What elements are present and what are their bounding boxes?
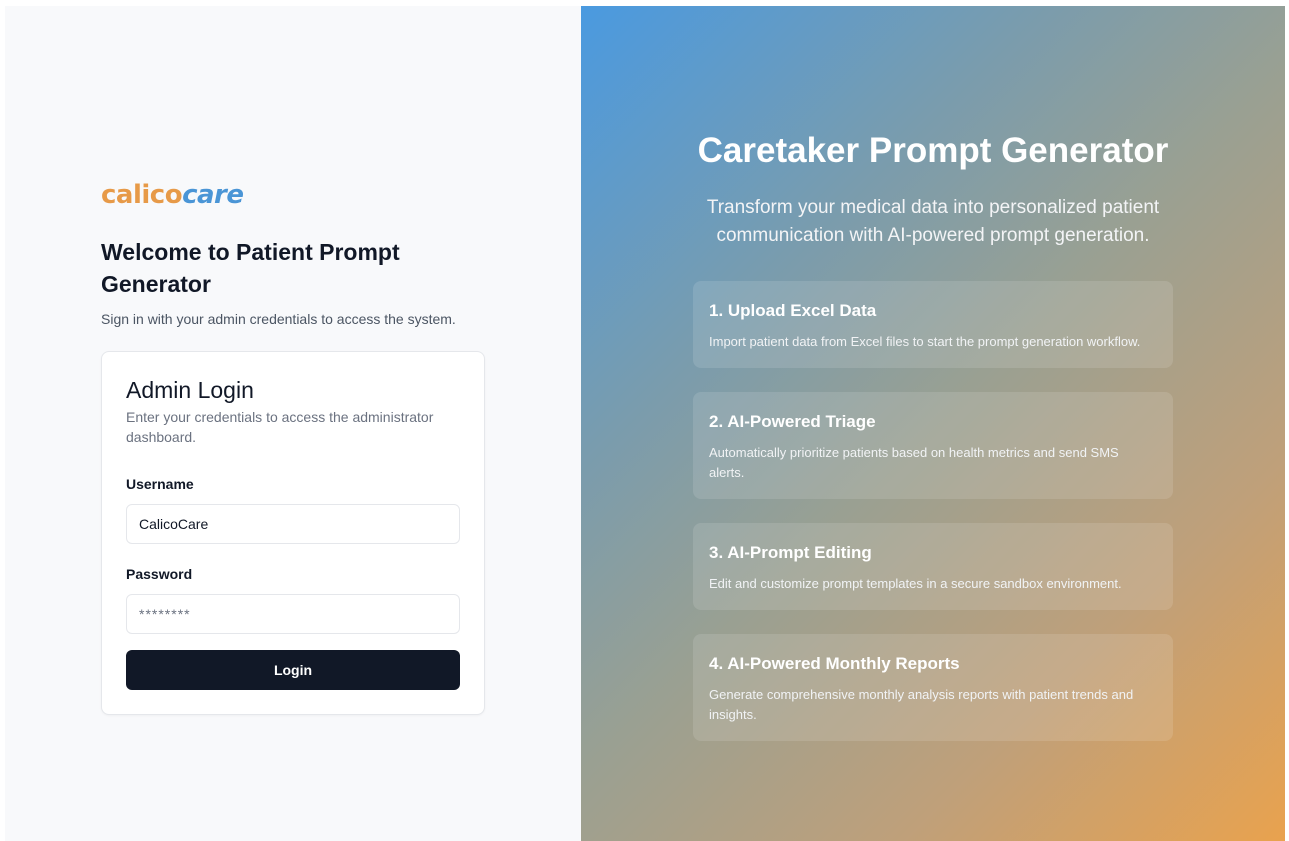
hero-panel: Caretaker Prompt Generator Transform you… — [581, 6, 1285, 841]
welcome-heading: Welcome to Patient Prompt Generator — [101, 239, 400, 297]
feature-title: 3. AI-Prompt Editing — [709, 543, 872, 562]
feature-description: Edit and customize prompt templates in a… — [709, 576, 1122, 591]
admin-login-card: Admin Login Enter your credentials to ac… — [101, 351, 485, 715]
brand-logo-part1: calico — [101, 180, 183, 210]
card-description: Enter your credentials to access the adm… — [126, 409, 434, 445]
feature-description: Generate comprehensive monthly analysis … — [709, 687, 1134, 722]
feature-card: 1. Upload Excel Data Import patient data… — [693, 281, 1173, 368]
brand-logo-part2: care — [182, 180, 244, 210]
feature-list: 1. Upload Excel Data Import patient data… — [693, 281, 1173, 765]
feature-title: 1. Upload Excel Data — [709, 301, 877, 320]
login-content: calicocare Welcome to Patient Prompt Gen… — [101, 178, 485, 715]
feature-title: 2. AI-Powered Triage — [709, 412, 876, 431]
welcome-subtitle: Sign in with your admin credentials to a… — [101, 311, 456, 327]
card-title: Admin Login — [126, 377, 254, 403]
username-label: Username — [126, 476, 194, 492]
login-panel: calicocare Welcome to Patient Prompt Gen… — [5, 6, 581, 841]
feature-card: 3. AI-Prompt Editing Edit and customize … — [693, 523, 1173, 610]
feature-card: 4. AI-Powered Monthly Reports Generate c… — [693, 634, 1173, 741]
username-input[interactable] — [126, 504, 460, 544]
feature-description: Import patient data from Excel files to … — [709, 334, 1141, 349]
brand-logo: calicocare — [101, 178, 485, 212]
feature-description: Automatically prioritize patients based … — [709, 445, 1119, 480]
login-page: calicocare Welcome to Patient Prompt Gen… — [5, 6, 1285, 841]
hero-title: Caretaker Prompt Generator — [697, 131, 1169, 170]
password-label: Password — [126, 566, 193, 582]
feature-title: 4. AI-Powered Monthly Reports — [709, 654, 960, 673]
login-button[interactable]: Login — [126, 650, 460, 690]
hero-subtitle: Transform your medical data into persona… — [706, 197, 1160, 246]
feature-card: 2. AI-Powered Triage Automatically prior… — [693, 392, 1173, 499]
password-input[interactable] — [126, 594, 460, 634]
